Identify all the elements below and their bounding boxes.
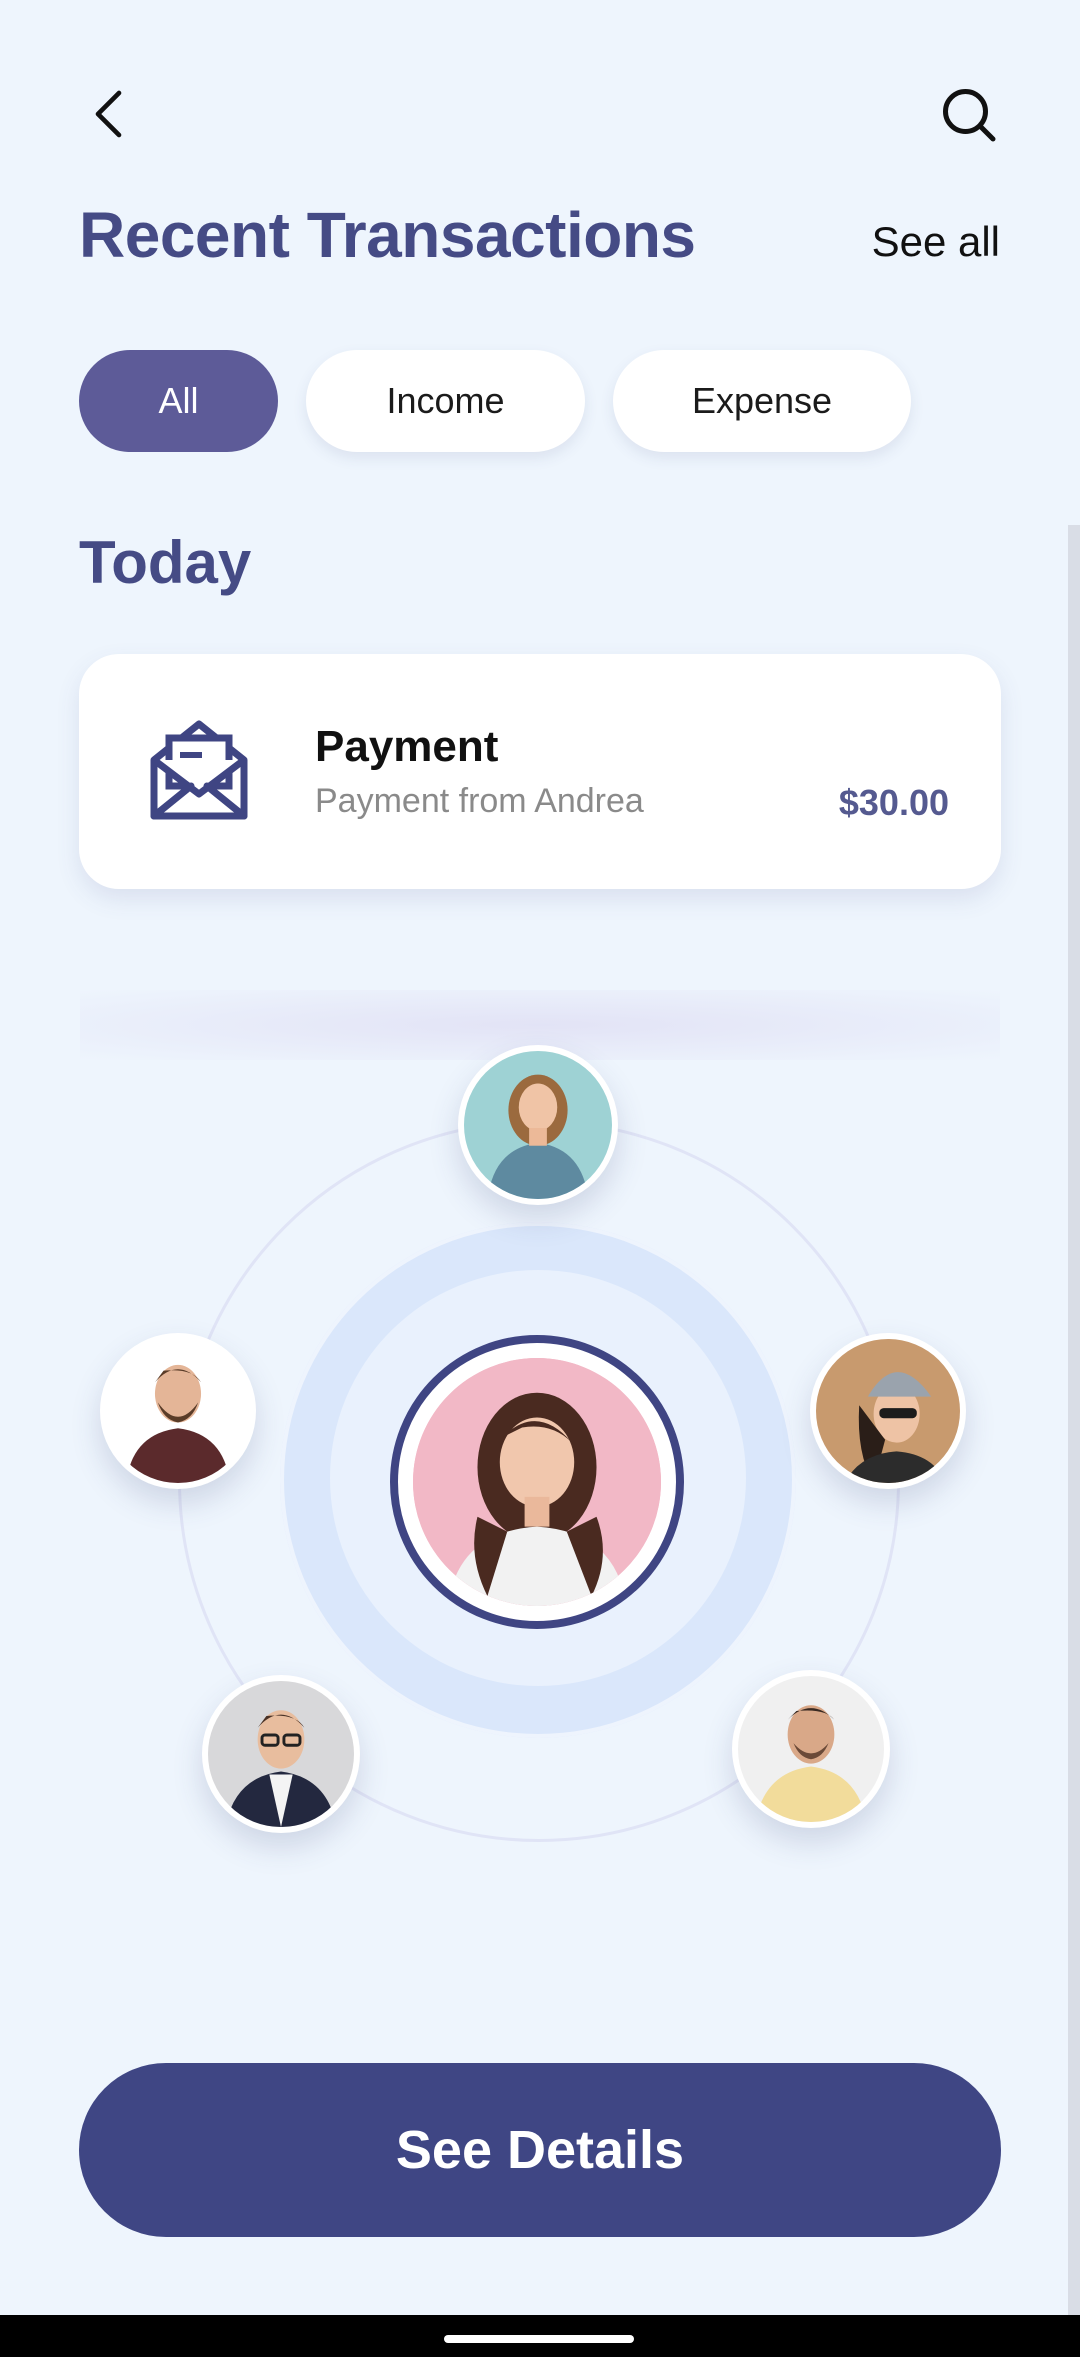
filter-chip-expense[interactable]: Expense	[613, 350, 911, 452]
contact-avatar-bottom-left[interactable]	[202, 1675, 360, 1833]
see-all-link[interactable]: See all	[872, 218, 1000, 266]
contact-avatar-right[interactable]	[810, 1333, 966, 1489]
page-title: Recent Transactions	[79, 199, 696, 271]
contacts-orbit	[0, 990, 1080, 1930]
search-button[interactable]	[926, 72, 1010, 156]
transaction-title: Payment	[315, 722, 499, 771]
see-details-button[interactable]: See Details	[79, 2063, 1001, 2237]
avatar-man-yellow-shirt	[738, 1676, 884, 1822]
scrollbar[interactable]	[1068, 525, 1080, 2315]
center-avatar[interactable]	[390, 1335, 684, 1629]
chevron-left-icon	[95, 90, 122, 138]
section-title-today: Today	[79, 529, 252, 596]
mail-open-icon	[150, 720, 248, 820]
contact-avatar-top[interactable]	[458, 1045, 618, 1205]
avatar-woman-pink-background	[413, 1358, 661, 1606]
avatar-woman-teal-background	[464, 1051, 612, 1199]
contact-avatar-left[interactable]	[100, 1333, 256, 1489]
transaction-card[interactable]: Payment Payment from Andrea $30.00	[79, 654, 1001, 889]
search-icon	[943, 89, 996, 142]
avatar-woman-beanie	[816, 1339, 960, 1483]
contact-avatar-bottom-right[interactable]	[732, 1670, 890, 1828]
filter-chips: All Income Expense	[79, 350, 911, 452]
transaction-amount: $30.00	[838, 782, 949, 823]
transaction-subtitle: Payment from Andrea	[315, 782, 644, 820]
back-button[interactable]	[70, 72, 154, 156]
home-indicator[interactable]	[444, 2335, 634, 2343]
filter-chip-income[interactable]: Income	[306, 350, 585, 452]
avatar-man-beard	[106, 1339, 250, 1483]
avatar-man-glasses	[208, 1681, 354, 1827]
filter-chip-all[interactable]: All	[79, 350, 278, 452]
